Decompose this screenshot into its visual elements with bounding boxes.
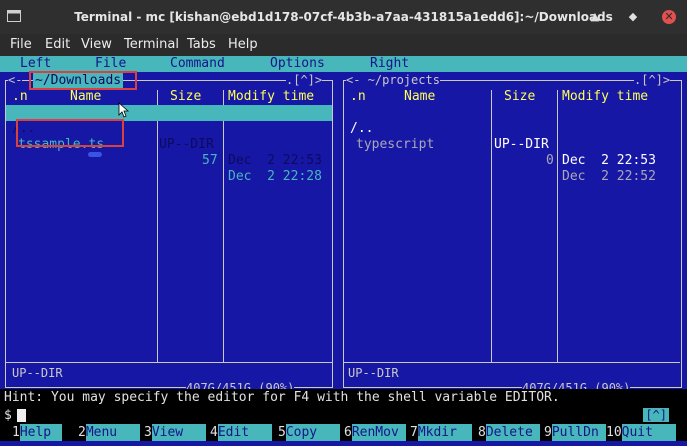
right-mini-status: UP--DIR — [348, 366, 399, 380]
fkey-delete[interactable]: 8Delete — [478, 424, 540, 441]
window-title: Terminal - mc [kishan@ebd1d178-07cf-4b3b… — [74, 10, 613, 24]
terminal-area[interactable]: Left File Command Options Right <- ~/Dow… — [0, 56, 687, 446]
file-name: typescript — [356, 137, 435, 152]
fkey-edit[interactable]: 4Edit — [210, 424, 272, 441]
left-header-modify[interactable]: Modify time — [228, 89, 314, 105]
path-highlight-box — [29, 71, 137, 90]
left-panel-arrow: <- — [8, 73, 23, 87]
fkey-num: 4 — [210, 425, 218, 440]
file-time: Dec 2 22:53 — [228, 153, 322, 168]
fkey-label: Help — [19, 424, 62, 441]
right-header-n[interactable]: .n — [350, 89, 366, 105]
fkey-quit[interactable]: 10Quit — [606, 424, 676, 441]
mc-menu-left[interactable]: Left — [20, 56, 51, 72]
left-header-n[interactable]: .n — [12, 89, 28, 105]
menu-view[interactable]: View — [81, 37, 112, 52]
right-panel-title[interactable]: <- ~/projects — [346, 73, 440, 87]
fkey-pulldn[interactable]: 9PullDn — [544, 424, 606, 441]
file-time: Dec 2 22:52 — [562, 169, 656, 184]
fkey-num: 5 — [278, 425, 286, 440]
fkey-label: Quit — [621, 424, 676, 441]
file-time: Dec 2 22:28 — [228, 169, 322, 184]
file-size: UP--DIR — [159, 137, 214, 152]
fkey-num: 10 — [606, 425, 622, 440]
maximize-icon[interactable]: ◆ — [626, 10, 640, 24]
cursor-mark — [88, 152, 102, 157]
right-header-name[interactable]: Name — [404, 89, 435, 105]
fkey-help[interactable]: 1Help — [12, 424, 62, 441]
fkey-label: RenMov — [351, 424, 406, 441]
fkey-copy[interactable]: 5Copy — [278, 424, 340, 441]
fkey-num: 6 — [344, 425, 352, 440]
mc-menu-right[interactable]: Right — [370, 56, 409, 72]
menu-file[interactable]: File — [10, 37, 32, 52]
right-panel[interactable]: <- ~/projects .[^]> .n Name Size Modify … — [338, 72, 687, 395]
left-header-name[interactable]: Name — [70, 89, 101, 105]
right-panel-corner[interactable]: .[^]> — [634, 73, 671, 87]
hint-line: Hint: You may specify the editor for F4 … — [0, 389, 687, 407]
left-panel-corner[interactable]: .[^]> — [286, 73, 323, 87]
left-panel[interactable]: <- ~/Downloads .[^]> .n Name Size Modify… — [0, 71, 338, 395]
command-prompt[interactable]: $ [^] — [0, 407, 687, 424]
file-size: 57 — [202, 153, 218, 168]
fkey-num: 1 — [12, 425, 20, 440]
prompt-symbol: $ — [4, 408, 12, 423]
file-highlight-box — [16, 119, 124, 147]
right-header-modify[interactable]: Modify time — [562, 89, 648, 105]
fkey-label: Menu — [85, 424, 140, 441]
file-size: UP--DIR — [494, 137, 549, 152]
fkey-label: View — [151, 424, 206, 441]
title-bar: Terminal - mc [kishan@ebd1d178-07cf-4b3b… — [0, 0, 687, 34]
fkey-label: PullDn — [551, 424, 606, 441]
fkey-renmov[interactable]: 6RenMov — [344, 424, 406, 441]
app-menu-bar: File Edit View Terminal Tabs Help — [0, 34, 687, 56]
right-status-sep — [344, 362, 680, 363]
mc-menu-command[interactable]: Command — [170, 56, 225, 72]
fkey-num: 2 — [78, 425, 86, 440]
menu-terminal[interactable]: Terminal — [124, 37, 179, 52]
file-time: Dec 2 22:53 — [562, 153, 656, 168]
terminal-window: Terminal - mc [kishan@ebd1d178-07cf-4b3b… — [0, 0, 687, 446]
table-row[interactable]: /.. UP--DIR Dec 2 22:53 — [344, 105, 680, 168]
text-cursor — [17, 409, 26, 422]
fkey-label: Mkdir — [417, 424, 472, 441]
fkey-view[interactable]: 3View — [144, 424, 206, 441]
function-key-bar: 1Help 2Menu 3View 4Edit 5Copy 6RenMov 7M… — [0, 424, 687, 441]
table-row[interactable]: typescript 0 Dec 2 22:52 — [344, 121, 680, 184]
fkey-label: Edit — [217, 424, 272, 441]
fkey-num: 7 — [410, 425, 418, 440]
menu-edit[interactable]: Edit — [45, 37, 70, 52]
left-status-sep — [6, 362, 332, 363]
left-header-size[interactable]: Size — [170, 89, 201, 105]
mc-menu-options[interactable]: Options — [270, 56, 325, 72]
mc-menu-bar: Left File Command Options Right — [0, 56, 687, 72]
fkey-num: 8 — [478, 425, 486, 440]
menu-help[interactable]: Help — [228, 37, 258, 52]
fkey-num: 3 — [144, 425, 152, 440]
minimize-icon[interactable]: ▲ — [588, 10, 602, 24]
right-header-size[interactable]: Size — [504, 89, 535, 105]
history-button[interactable]: [^] — [643, 408, 669, 422]
fkey-label: Copy — [285, 424, 340, 441]
mc-menu-file[interactable]: File — [95, 56, 126, 72]
fkey-num: 9 — [544, 425, 552, 440]
fkey-mkdir[interactable]: 7Mkdir — [410, 424, 472, 441]
fkey-label: Delete — [485, 424, 540, 441]
file-size: 0 — [546, 153, 554, 168]
close-icon[interactable]: ✕ — [662, 10, 676, 24]
mouse-pointer-icon — [118, 102, 130, 118]
left-mini-status: UP--DIR — [12, 366, 63, 380]
fkey-menu[interactable]: 2Menu — [78, 424, 140, 441]
menu-tabs[interactable]: Tabs — [187, 37, 216, 52]
